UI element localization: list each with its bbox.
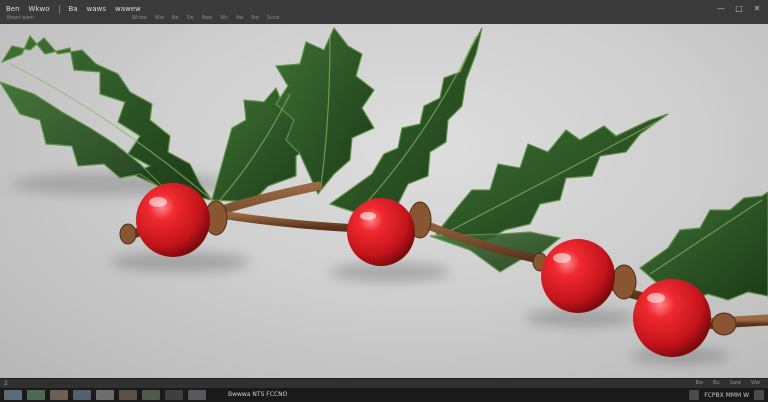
menu-bar: Ben Wkwo Ba waws wawew bbox=[6, 3, 141, 15]
status-right-group: Bw Bu Sww Ww bbox=[695, 380, 760, 386]
title-bar: Ben Wkwo Ba waws wawew Bwwt wam Wcwe Ww … bbox=[0, 0, 768, 25]
app-thumbnail-icon[interactable] bbox=[4, 390, 22, 400]
status-item-1[interactable]: Bw bbox=[695, 380, 703, 386]
system-tray: FCPBX MMM W bbox=[689, 390, 764, 400]
leaf-right bbox=[434, 113, 669, 245]
berry-4 bbox=[633, 279, 711, 357]
taskbar-window-label[interactable]: Bwwwa NTS FCCNO bbox=[228, 391, 287, 398]
minimize-button[interactable]: — bbox=[716, 4, 726, 13]
tray-icon[interactable] bbox=[689, 390, 700, 400]
holly-branch-image bbox=[0, 26, 768, 364]
tool-item-2[interactable]: Ww bbox=[155, 15, 164, 21]
menu-item-2[interactable]: Wkwo bbox=[29, 3, 50, 15]
app-thumbnail-icon[interactable] bbox=[188, 390, 206, 400]
status-item-4[interactable]: Ww bbox=[751, 380, 760, 386]
menu-item-3[interactable]: Ba bbox=[69, 3, 78, 15]
tool-item-9[interactable]: Sccw bbox=[267, 15, 280, 21]
image-canvas[interactable] bbox=[0, 24, 768, 378]
taskbar-app-icons bbox=[4, 390, 206, 400]
tool-item-6[interactable]: Wc bbox=[220, 15, 228, 21]
tool-item-1[interactable]: Wcwe bbox=[132, 15, 147, 21]
toolbar: Wcwe Ww Be Sw Bwo Wc Aw Bw Sccw bbox=[132, 15, 280, 21]
tool-item-7[interactable]: Aw bbox=[236, 15, 243, 21]
app-thumbnail-icon[interactable] bbox=[165, 390, 183, 400]
menu-item-5[interactable]: wawew bbox=[115, 3, 141, 15]
app-thumbnail-icon[interactable] bbox=[96, 390, 114, 400]
berry-3 bbox=[541, 239, 615, 313]
berry-2 bbox=[347, 198, 415, 266]
window-controls: — □ ✕ bbox=[716, 4, 762, 13]
document-subtitle: Bwwt wam bbox=[7, 15, 35, 21]
app-thumbnail-icon[interactable] bbox=[119, 390, 137, 400]
status-item-3[interactable]: Sww bbox=[730, 380, 741, 386]
maximize-button[interactable]: □ bbox=[734, 4, 744, 13]
app-thumbnail-icon[interactable] bbox=[50, 390, 68, 400]
taskbar: Bwwwa NTS FCCNO FCPBX MMM W bbox=[0, 388, 768, 402]
tool-item-3[interactable]: Be bbox=[172, 15, 179, 21]
menu-item-4[interactable]: waws bbox=[87, 3, 106, 15]
status-page-count: 2 bbox=[4, 380, 8, 387]
app-thumbnail-icon[interactable] bbox=[142, 390, 160, 400]
app-thumbnail-icon[interactable] bbox=[27, 390, 45, 400]
tray-icon[interactable] bbox=[754, 390, 764, 400]
app-thumbnail-icon[interactable] bbox=[73, 390, 91, 400]
tool-item-8[interactable]: Bw bbox=[251, 15, 259, 21]
close-button[interactable]: ✕ bbox=[752, 4, 762, 13]
berry-1 bbox=[136, 183, 210, 257]
status-item-2[interactable]: Bu bbox=[713, 380, 720, 386]
tool-item-5[interactable]: Bwo bbox=[202, 15, 213, 21]
tool-item-4[interactable]: Sw bbox=[186, 15, 193, 21]
menu-item-1[interactable]: Ben bbox=[6, 3, 20, 15]
tray-text: FCPBX MMM W bbox=[704, 391, 749, 399]
menu-divider bbox=[58, 4, 60, 14]
